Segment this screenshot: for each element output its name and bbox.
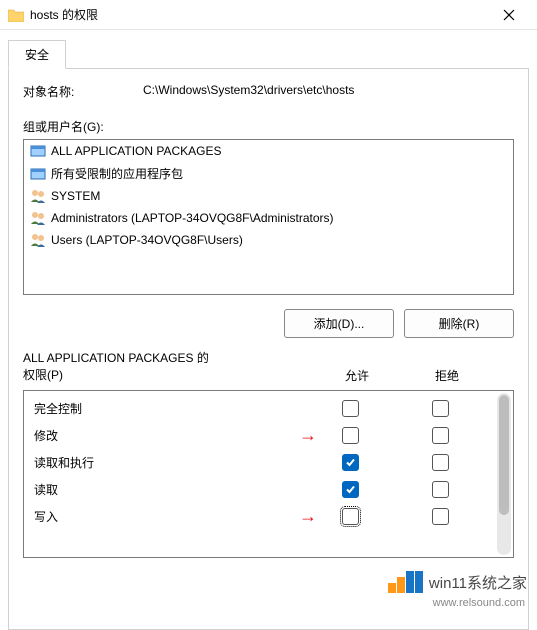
permissions-header: ALL APPLICATION PACKAGES 的 权限(P) 允许 拒绝 [23,350,514,384]
list-item-label: Users (LAPTOP-34OVQG8F\Users) [51,233,243,247]
add-button[interactable]: 添加(D)... [284,309,394,338]
permissions-title: ALL APPLICATION PACKAGES 的 权限(P) [23,350,312,384]
permission-row: 读取和执行 [24,449,513,476]
list-item[interactable]: 所有受限制的应用程序包 [24,162,513,185]
list-item-label: ALL APPLICATION PACKAGES [51,144,222,158]
window-title: hosts 的权限 [30,6,489,23]
checkbox-allow[interactable] [342,454,359,471]
tab-panel: 对象名称: C:\Windows\System32\drivers\etc\ho… [8,68,529,630]
list-item[interactable]: SYSTEM [24,185,513,207]
users-icon [30,188,46,204]
titlebar: hosts 的权限 [0,0,537,30]
checkbox-allow[interactable] [342,427,359,444]
permission-name: 修改 [34,427,305,444]
close-button[interactable] [489,1,529,29]
watermark-text: win11系统之家 [429,572,527,593]
checkbox-deny[interactable] [432,454,449,471]
permission-name: 读取和执行 [34,454,305,471]
checkbox-deny[interactable] [432,427,449,444]
users-icon [30,210,46,226]
object-name-row: 对象名称: C:\Windows\System32\drivers\etc\ho… [23,83,514,100]
column-deny: 拒绝 [402,367,492,384]
watermark: win11系统之家 [388,571,527,593]
list-item[interactable]: Users (LAPTOP-34OVQG8F\Users) [24,229,513,251]
button-row: 添加(D)... 删除(R) [23,309,514,338]
package-icon [30,166,46,182]
list-item[interactable]: ALL APPLICATION PACKAGES [24,140,513,162]
tab-strip: 安全 [0,30,537,69]
tab-security[interactable]: 安全 [8,40,66,69]
permission-row: 写入→ [24,503,513,530]
object-name-label: 对象名称: [23,83,143,100]
watermark-url: www.relsound.com [433,597,525,609]
checkbox-allow[interactable] [342,508,359,525]
list-item-label: 所有受限制的应用程序包 [51,165,183,182]
list-item-label: Administrators (LAPTOP-34OVQG8F\Administ… [51,211,334,225]
arrow-icon: → [299,425,317,446]
checkbox-allow[interactable] [342,400,359,417]
checkbox-deny[interactable] [432,508,449,525]
column-allow: 允许 [312,367,402,384]
watermark-logo-icon [388,571,423,593]
permission-row: 修改→ [24,422,513,449]
groups-listbox[interactable]: ALL APPLICATION PACKAGES 所有受限制的应用程序包 SYSTE… [23,139,514,295]
permission-row: 完全控制 [24,395,513,422]
remove-button[interactable]: 删除(R) [404,309,514,338]
groups-label: 组或用户名(G): [23,118,514,135]
permission-name: 写入 [34,508,305,525]
permission-name: 完全控制 [34,400,305,417]
arrow-icon: → [299,506,317,527]
list-item-label: SYSTEM [51,189,100,203]
users-icon [30,232,46,248]
package-icon [30,143,46,159]
list-item[interactable]: Administrators (LAPTOP-34OVQG8F\Administ… [24,207,513,229]
checkbox-allow[interactable] [342,481,359,498]
checkbox-deny[interactable] [432,400,449,417]
object-name-value: C:\Windows\System32\drivers\etc\hosts [143,83,354,100]
checkbox-deny[interactable] [432,481,449,498]
folder-icon [8,8,24,22]
permission-name: 读取 [34,481,305,498]
permissions-listbox: 完全控制修改→读取和执行读取写入→ [23,390,514,558]
permission-row: 读取 [24,476,513,503]
